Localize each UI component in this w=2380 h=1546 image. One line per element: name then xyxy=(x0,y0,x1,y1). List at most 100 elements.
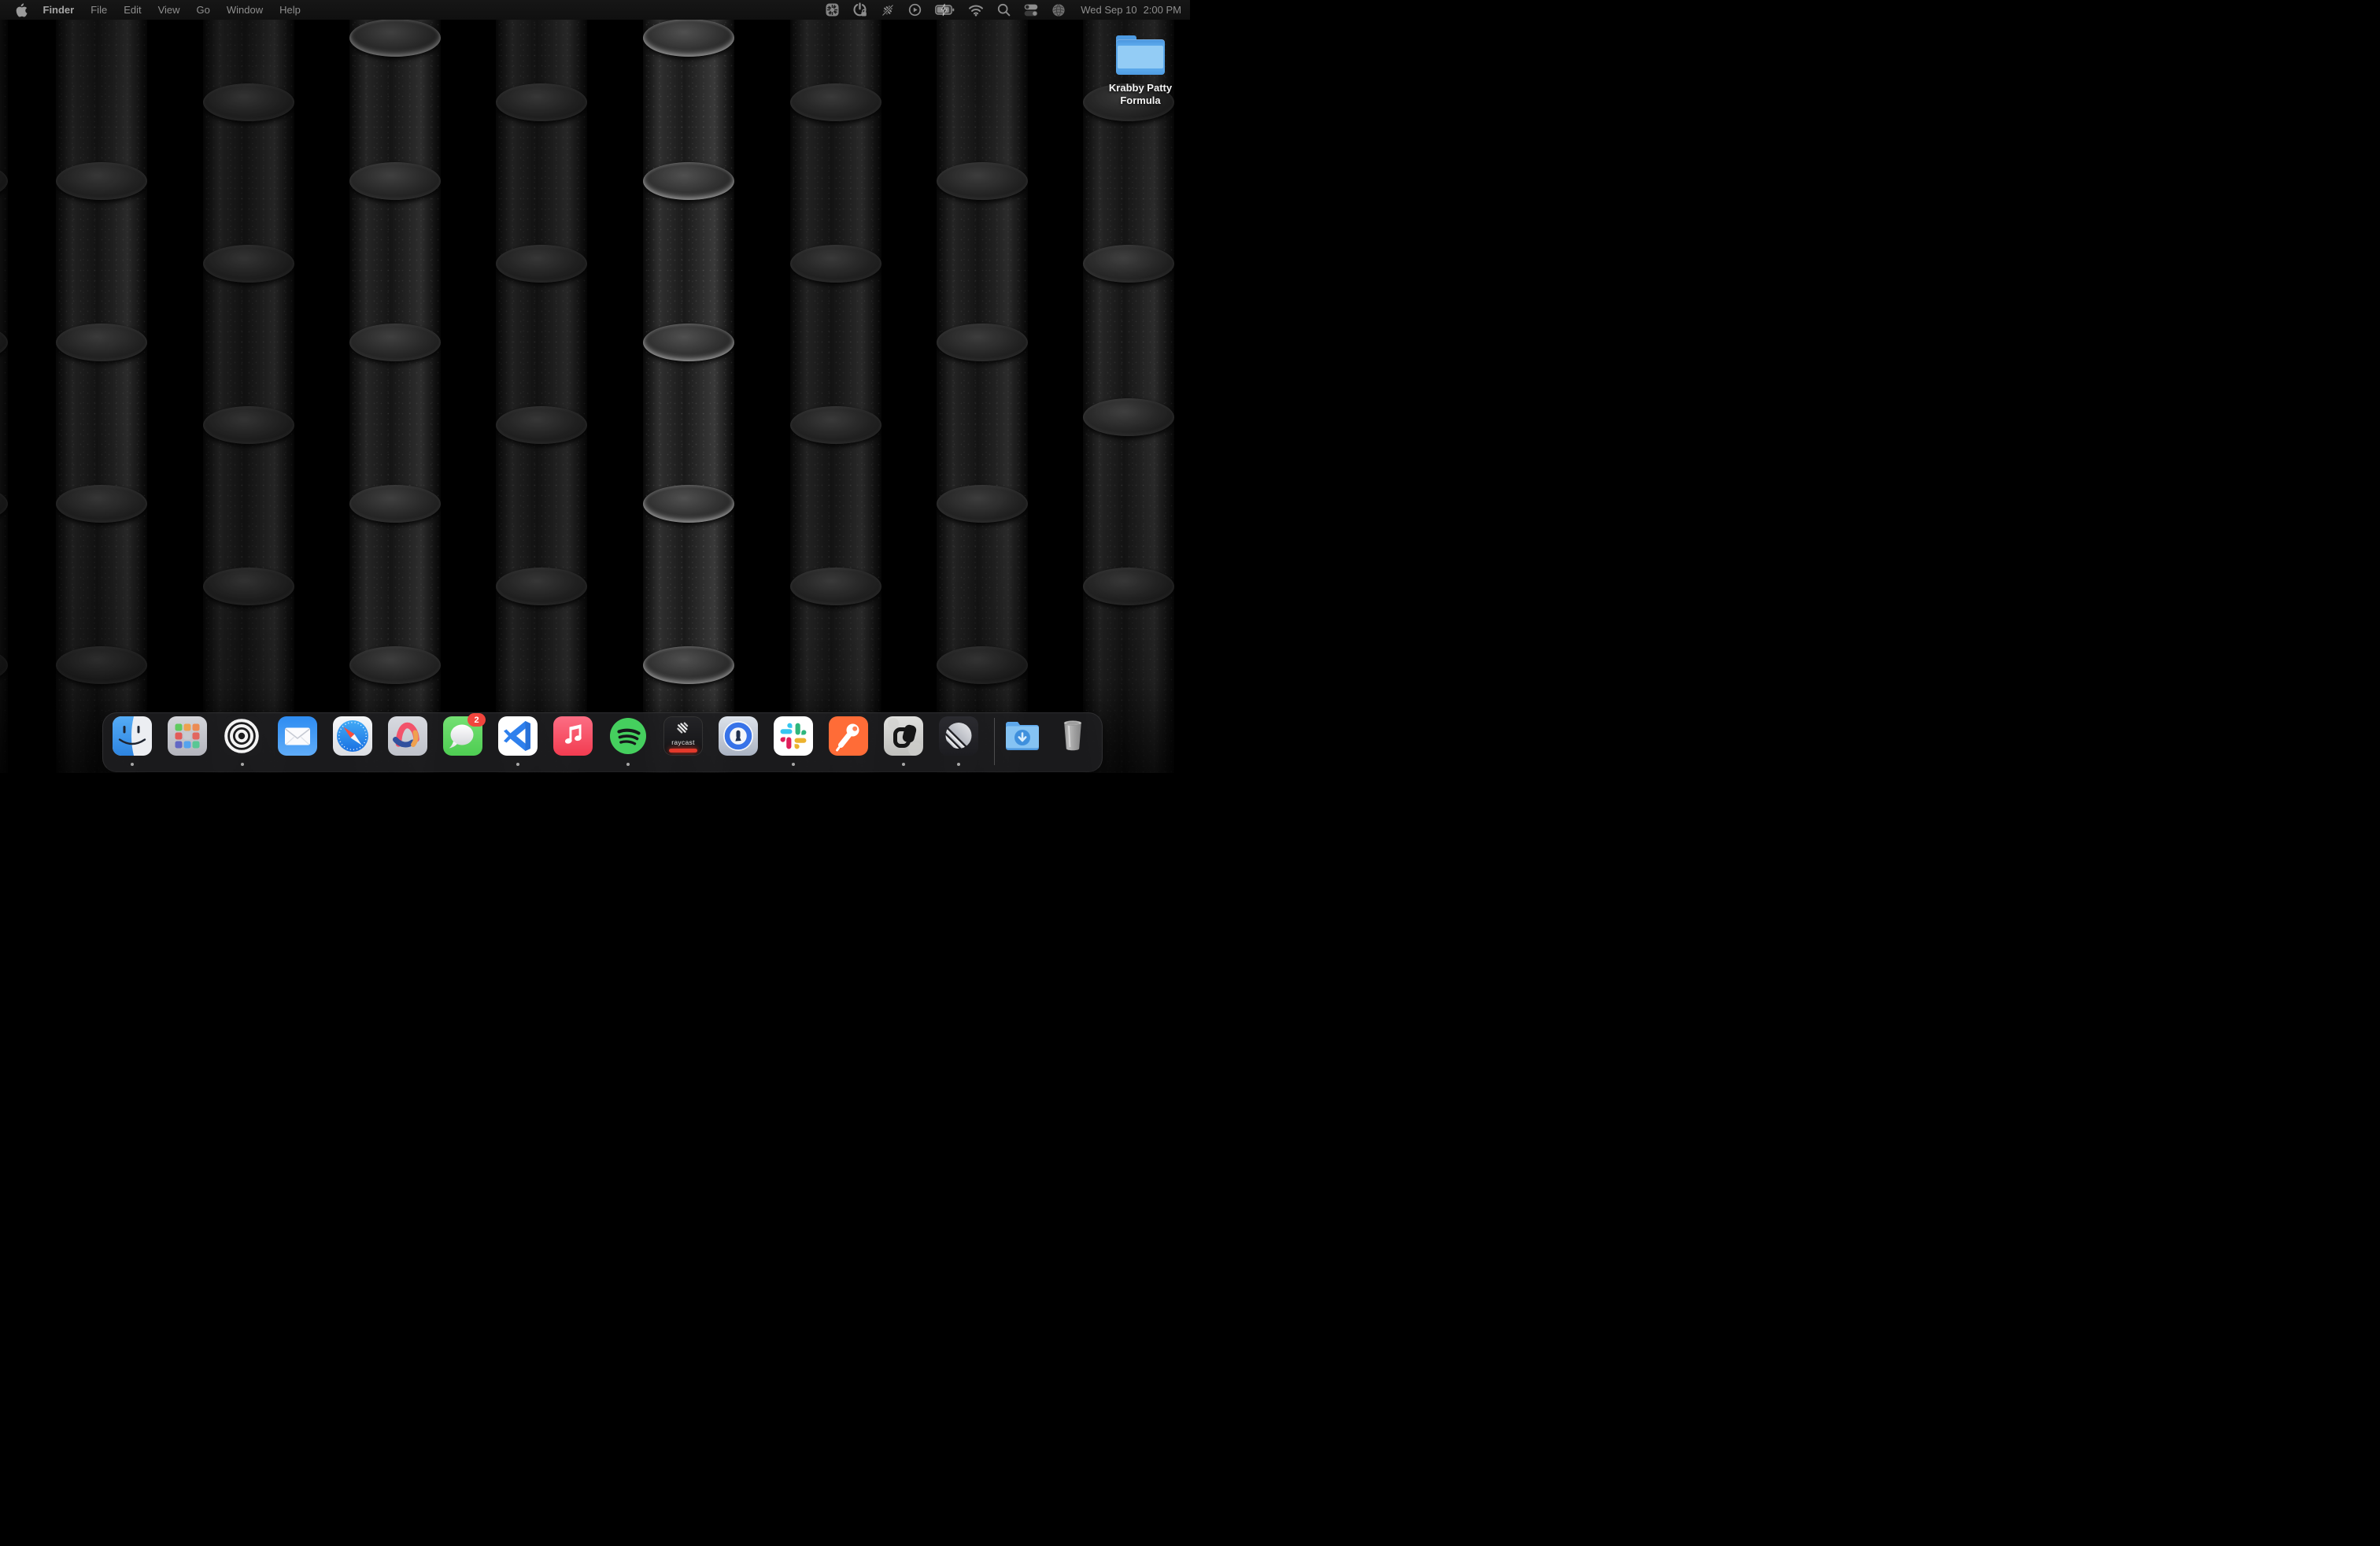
dock-item-safari[interactable] xyxy=(333,716,372,766)
postman-icon xyxy=(829,716,868,756)
downloads-folder-icon xyxy=(1003,716,1042,756)
cylinder-cap xyxy=(1083,568,1174,605)
cylinder-cap xyxy=(349,324,441,361)
dock-item-launchpad[interactable] xyxy=(168,716,207,766)
cylinder-cap xyxy=(790,245,881,283)
menu-finder[interactable]: Finder xyxy=(35,4,83,16)
running-indicator xyxy=(626,763,630,766)
menu-edit[interactable]: Edit xyxy=(116,4,150,16)
cylinder-cap xyxy=(349,19,441,57)
cylinder-cap xyxy=(1083,398,1174,436)
folder-icon xyxy=(1116,35,1165,75)
app-menus: FinderFileEditViewGoWindowHelp xyxy=(35,4,309,16)
running-indicator xyxy=(792,763,795,766)
folder-label: Krabby Patty Formula xyxy=(1093,82,1188,107)
linear-icon xyxy=(939,716,978,756)
dock-item-concentric-rings-app[interactable] xyxy=(223,716,262,766)
clock-date: Wed Sep 10 xyxy=(1081,4,1136,16)
dock-item-trash[interactable] xyxy=(1053,716,1092,766)
cylinder-cap xyxy=(349,646,441,684)
dock-separator xyxy=(994,718,995,765)
cylinder-cap xyxy=(56,162,147,200)
dock-item-postman[interactable] xyxy=(829,716,868,766)
cylinder-cap xyxy=(790,406,881,444)
running-indicator xyxy=(241,763,244,766)
power-lock-icon[interactable] xyxy=(852,2,867,17)
dock-item-linear[interactable] xyxy=(939,716,978,766)
cylinder-cap xyxy=(349,162,441,200)
dock-item-slack[interactable] xyxy=(774,716,813,766)
menu-view[interactable]: View xyxy=(150,4,188,16)
dock-item-dia[interactable] xyxy=(884,716,923,766)
menu-help[interactable]: Help xyxy=(272,4,309,16)
finder-icon xyxy=(113,716,152,756)
wallpaper-column xyxy=(790,20,881,773)
menu-bar: FinderFileEditViewGoWindowHelp xyxy=(0,0,1190,20)
dock-item-spotify[interactable] xyxy=(608,716,648,766)
dock-item-1password[interactable] xyxy=(719,716,758,766)
battery-charging-icon[interactable] xyxy=(935,2,955,17)
cylinder-cap xyxy=(790,83,881,121)
wallpaper-column xyxy=(1083,20,1174,773)
dock-item-vscode[interactable] xyxy=(498,716,538,766)
menu-go[interactable]: Go xyxy=(188,4,218,16)
dock-item-arc-browser[interactable] xyxy=(388,716,427,766)
dock-item-mail[interactable] xyxy=(278,716,317,766)
menu-file[interactable]: File xyxy=(83,4,116,16)
cylinder-cap xyxy=(643,646,734,684)
menu-bar-status-area: Wed Sep 10 2:00 PM xyxy=(826,0,1181,20)
cylinder-cap xyxy=(1083,245,1174,283)
wifi-icon[interactable] xyxy=(968,4,984,17)
dock: 2 xyxy=(102,712,1103,772)
running-indicator xyxy=(131,763,134,766)
menu-window[interactable]: Window xyxy=(218,4,271,16)
slack-icon xyxy=(774,716,813,756)
cylinder-cap xyxy=(496,406,587,444)
cylinder-cap xyxy=(203,245,294,283)
dock-item-downloads[interactable] xyxy=(1003,716,1042,766)
control-center-icon[interactable] xyxy=(1024,3,1038,17)
cylinder-cap xyxy=(56,646,147,684)
cylinder-cap xyxy=(56,324,147,361)
spotlight-search-icon[interactable] xyxy=(997,3,1011,17)
mail-icon xyxy=(278,716,317,756)
cylinder-cap xyxy=(790,568,881,605)
textured-globe-icon[interactable] xyxy=(1051,3,1066,17)
trash-icon xyxy=(1053,716,1092,756)
raycast-icon: raycast xyxy=(663,716,703,756)
desktop-wallpaper xyxy=(0,0,1190,773)
1password-icon xyxy=(719,716,758,756)
raycast-tile-text: raycast xyxy=(664,738,702,746)
dock-item-messages[interactable]: 2 xyxy=(443,716,482,766)
now-playing-icon[interactable] xyxy=(908,3,922,17)
music-icon xyxy=(553,716,593,756)
raycast-red-bar xyxy=(669,749,697,753)
cylinder-cap xyxy=(496,568,587,605)
cylinder-cap xyxy=(643,324,734,361)
running-indicator xyxy=(516,763,519,766)
menu-bar-clock[interactable]: Wed Sep 10 2:00 PM xyxy=(1081,4,1181,16)
dock-item-finder[interactable] xyxy=(113,716,152,766)
cylinder-cap xyxy=(643,162,734,200)
wallpaper-column xyxy=(203,20,294,773)
cylinder-cap xyxy=(937,485,1028,523)
dia-icon xyxy=(884,716,923,756)
launchpad-icon xyxy=(168,716,207,756)
vscode-icon xyxy=(498,716,538,756)
cylinder-cap xyxy=(203,406,294,444)
cylinder-cap xyxy=(937,324,1028,361)
striped-logo-slash-icon[interactable] xyxy=(881,3,895,17)
starburst-icon[interactable] xyxy=(826,3,839,17)
clock-time: 2:00 PM xyxy=(1144,4,1181,16)
apple-menu-icon[interactable] xyxy=(16,3,28,17)
desktop-folder-krabby-patty-formula[interactable]: Krabby Patty Formula xyxy=(1093,35,1188,107)
dock-item-music[interactable] xyxy=(553,716,593,766)
dock-item-raycast[interactable]: raycast xyxy=(663,716,703,766)
spotify-icon xyxy=(608,716,648,756)
concentric-rings-icon xyxy=(223,716,262,756)
running-indicator xyxy=(957,763,960,766)
cylinder-cap xyxy=(203,568,294,605)
cylinder-cap xyxy=(496,83,587,121)
notification-badge: 2 xyxy=(468,713,486,727)
wallpaper-column xyxy=(496,20,587,773)
